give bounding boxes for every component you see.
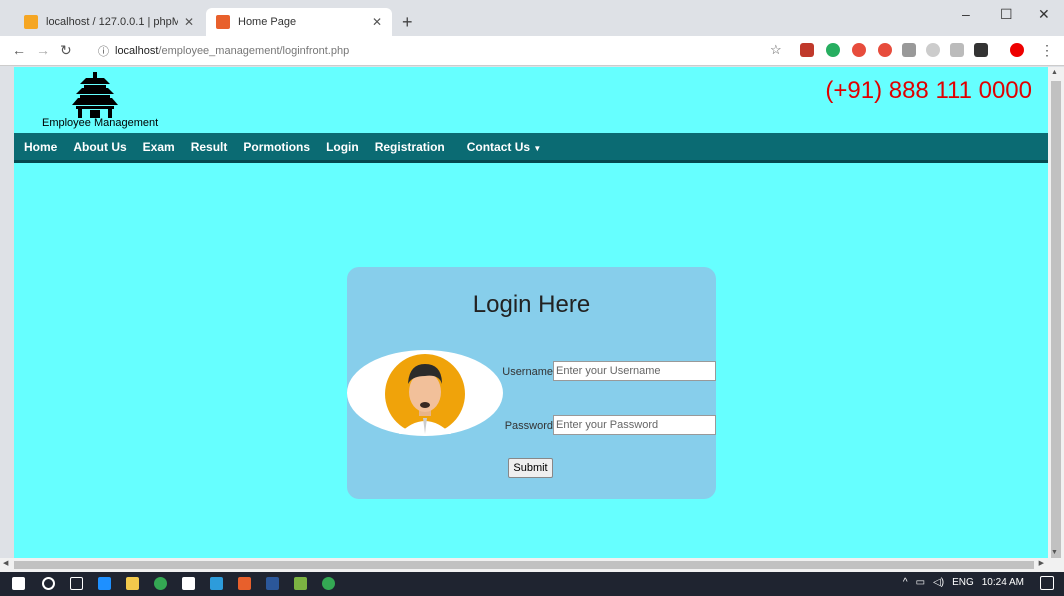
password-input[interactable] bbox=[553, 415, 716, 435]
page-content: Employee Management (+91) 888 111 0000 H… bbox=[14, 67, 1048, 558]
extension-icon[interactable] bbox=[902, 43, 916, 57]
chevron-up-icon[interactable]: ^ bbox=[903, 577, 908, 588]
nav-home[interactable]: Home bbox=[24, 140, 57, 154]
main-navbar: Home About Us Exam Result Pormotions Log… bbox=[14, 133, 1048, 163]
user-avatar-icon bbox=[385, 354, 465, 434]
file-explorer-icon[interactable] bbox=[126, 577, 139, 590]
word-icon[interactable] bbox=[266, 577, 279, 590]
back-icon[interactable]: ← bbox=[12, 42, 26, 58]
adblock-icon[interactable] bbox=[852, 43, 866, 57]
phpmyadmin-icon bbox=[24, 15, 38, 29]
browser-toolbar: ← → ↻ ⓘ localhost /employee_management/l… bbox=[0, 36, 1064, 66]
reload-icon[interactable]: ↻ bbox=[60, 42, 72, 59]
login-card: Login Here Username Password Submit bbox=[347, 267, 716, 499]
pdf-extension-icon[interactable] bbox=[800, 43, 814, 57]
download-icon[interactable] bbox=[974, 43, 988, 57]
task-view-icon[interactable] bbox=[70, 577, 83, 590]
vertical-scrollbar[interactable]: ▲ ▼ bbox=[1048, 67, 1064, 561]
tab-strip: localhost / 127.0.0.1 | phpMyAdm ✕ Home … bbox=[0, 0, 1064, 36]
brand-name: Employee Management bbox=[42, 117, 159, 129]
tab-label: localhost / 127.0.0.1 | phpMyAdm bbox=[46, 16, 178, 28]
store-icon[interactable] bbox=[182, 577, 195, 590]
username-input[interactable] bbox=[553, 361, 716, 381]
pagoda-logo-icon bbox=[72, 72, 118, 118]
app-icon[interactable] bbox=[210, 577, 223, 590]
windows-start-icon[interactable] bbox=[12, 577, 25, 590]
avatar-ellipse bbox=[347, 350, 503, 436]
tab-phpmyadmin[interactable]: localhost / 127.0.0.1 | phpMyAdm ✕ bbox=[14, 8, 204, 36]
caret-down-icon: ▼ bbox=[533, 143, 542, 153]
address-bar[interactable]: ⓘ localhost /employee_management/loginfr… bbox=[98, 41, 778, 61]
scroll-right-icon[interactable]: ▶ bbox=[1039, 559, 1044, 567]
nav-about-us[interactable]: About Us bbox=[73, 140, 126, 154]
horizontal-scroll-thumb[interactable] bbox=[14, 561, 1034, 569]
network-icon[interactable]: ▭ bbox=[916, 577, 925, 588]
nav-exam[interactable]: Exam bbox=[143, 140, 175, 154]
search-icon[interactable] bbox=[42, 577, 55, 590]
nav-registration[interactable]: Registration bbox=[375, 140, 445, 154]
dreamweaver-icon[interactable] bbox=[294, 577, 307, 590]
url-host: localhost bbox=[115, 45, 159, 57]
system-tray: ^ ▭ ◁) ENG 10:24 AM bbox=[903, 577, 1024, 588]
profile-avatar[interactable] bbox=[1010, 43, 1024, 57]
chrome-icon[interactable] bbox=[322, 577, 335, 590]
close-window-button[interactable]: ✕ bbox=[1038, 6, 1050, 23]
menu-icon[interactable]: ⋮ bbox=[1040, 42, 1054, 59]
xampp-icon[interactable] bbox=[238, 577, 251, 590]
page-icon bbox=[216, 15, 230, 29]
forward-icon[interactable]: → bbox=[36, 42, 50, 58]
edge-icon[interactable] bbox=[98, 577, 111, 590]
chrome-icon[interactable] bbox=[154, 577, 167, 590]
tab-home-page[interactable]: Home Page ✕ bbox=[206, 8, 392, 36]
windows-taskbar: ^ ▭ ◁) ENG 10:24 AM bbox=[0, 572, 1064, 596]
nav-result[interactable]: Result bbox=[191, 140, 228, 154]
info-icon[interactable]: ⓘ bbox=[98, 43, 109, 59]
scroll-down-icon[interactable]: ▼ bbox=[1051, 549, 1058, 556]
tab-label: Home Page bbox=[238, 16, 297, 28]
username-label: Username bbox=[502, 366, 553, 378]
phone-number: (+91) 888 111 0000 bbox=[825, 77, 1032, 104]
nav-contact-label: Contact Us bbox=[466, 139, 531, 154]
login-title: Login Here bbox=[472, 291, 591, 318]
nav-login[interactable]: Login bbox=[326, 140, 359, 154]
close-tab-icon[interactable]: ✕ bbox=[372, 15, 382, 29]
close-tab-icon[interactable]: ✕ bbox=[184, 15, 194, 29]
scroll-up-icon[interactable]: ▲ bbox=[1051, 69, 1058, 76]
new-tab-button[interactable]: + bbox=[402, 12, 413, 33]
nav-promotions[interactable]: Pormotions bbox=[243, 140, 310, 154]
nav-contact-us[interactable]: Contact Us ▼ bbox=[467, 140, 542, 154]
clock[interactable]: 10:24 AM bbox=[982, 577, 1024, 588]
password-label: Password bbox=[504, 420, 553, 432]
submit-button[interactable]: Submit bbox=[508, 458, 553, 478]
download-icon[interactable] bbox=[950, 43, 964, 57]
extension-icon[interactable] bbox=[878, 43, 892, 57]
volume-icon[interactable]: ◁) bbox=[933, 577, 944, 588]
notification-icon[interactable] bbox=[1040, 576, 1054, 590]
language-indicator[interactable]: ENG bbox=[952, 577, 974, 588]
extension-icon[interactable] bbox=[826, 43, 840, 57]
url-path: /employee_management/loginfront.php bbox=[158, 45, 350, 57]
horizontal-scrollbar[interactable]: ◀ ▶ bbox=[0, 558, 1064, 572]
bookmark-star-icon[interactable]: ☆ bbox=[770, 42, 782, 58]
maximize-button[interactable]: ☐ bbox=[1000, 6, 1013, 23]
extension-icon[interactable] bbox=[926, 43, 940, 57]
scroll-left-icon[interactable]: ◀ bbox=[3, 559, 8, 567]
vertical-scroll-thumb[interactable] bbox=[1051, 81, 1061, 561]
minimize-button[interactable]: – bbox=[962, 6, 970, 22]
